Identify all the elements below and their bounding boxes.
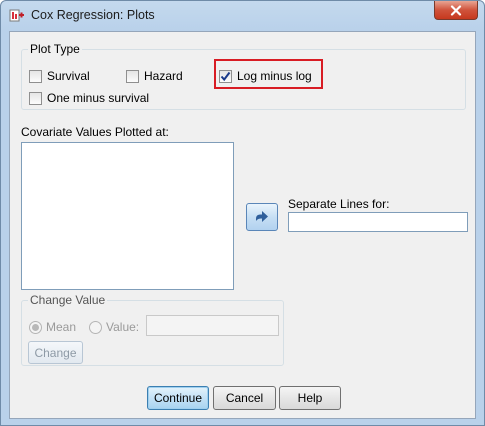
value-radio-dot [89, 320, 102, 334]
survival-box[interactable] [29, 69, 42, 83]
mean-radio[interactable]: Mean [29, 319, 76, 335]
one-minus-survival-box[interactable] [29, 91, 42, 105]
survival-checkbox[interactable]: Survival [29, 68, 90, 84]
close-icon [450, 4, 462, 16]
radio-selected-dot [32, 323, 39, 331]
app-icon [9, 8, 25, 24]
move-to-separate-lines-button[interactable] [246, 203, 278, 231]
help-button[interactable]: Help [279, 386, 341, 410]
highlight-box [214, 59, 323, 89]
survival-label: Survival [47, 69, 90, 83]
hazard-checkbox[interactable]: Hazard [126, 68, 183, 84]
plot-type-legend: Plot Type [28, 42, 82, 56]
change-value-group: Change Value Mean Value: Change [21, 293, 284, 366]
window-title: Cox Regression: Plots [31, 8, 155, 22]
change-value-legend: Change Value [28, 293, 108, 307]
change-value-input[interactable] [146, 315, 279, 336]
title-bar: Cox Regression: Plots [1, 1, 484, 31]
continue-button[interactable]: Continue [147, 386, 209, 410]
dialog-body: Plot Type Survival Hazard Log minus log [9, 31, 476, 419]
covariate-values-list[interactable] [21, 142, 234, 290]
separate-lines-label: Separate Lines for: [288, 197, 390, 211]
value-label: Value: [106, 320, 140, 334]
change-button[interactable]: Change [28, 341, 83, 364]
close-button[interactable] [434, 1, 478, 20]
one-minus-survival-label: One minus survival [47, 91, 150, 105]
hazard-label: Hazard [144, 69, 183, 83]
cancel-button[interactable]: Cancel [213, 386, 276, 410]
mean-radio-dot [29, 320, 42, 334]
separate-lines-field[interactable] [288, 212, 468, 232]
hazard-box[interactable] [126, 69, 139, 83]
mean-label: Mean [46, 320, 77, 334]
value-radio[interactable]: Value: [89, 319, 139, 335]
covariate-values-label: Covariate Values Plotted at: [21, 125, 169, 139]
arrow-right-icon [256, 211, 268, 222]
dialog-window: Cox Regression: Plots Plot Type Survival… [0, 0, 485, 426]
one-minus-survival-checkbox[interactable]: One minus survival [29, 90, 149, 106]
